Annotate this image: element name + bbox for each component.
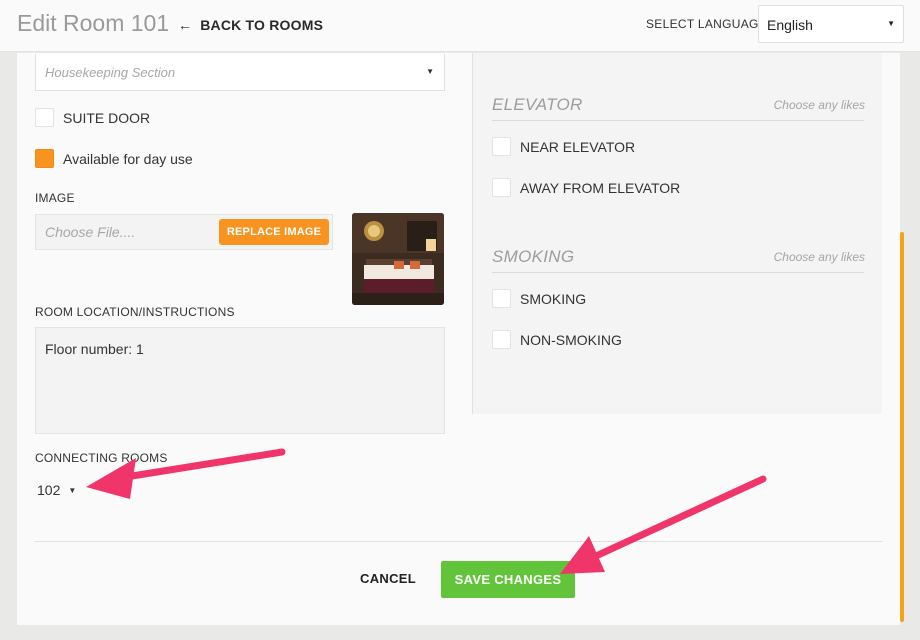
elevator-section-hint: Choose any likes bbox=[773, 98, 865, 112]
smoking-checkbox[interactable] bbox=[492, 289, 511, 308]
edit-room-card: Housekeeping Section ▼ SUITE DOOR Availa… bbox=[17, 53, 900, 625]
replace-image-button[interactable]: REPLACE IMAGE bbox=[219, 219, 329, 245]
back-to-rooms-label: BACK TO ROOMS bbox=[200, 17, 324, 33]
away-from-elevator-option[interactable]: AWAY FROM ELEVATOR bbox=[492, 178, 680, 197]
save-changes-button[interactable]: SAVE CHANGES bbox=[441, 561, 575, 598]
near-elevator-checkbox[interactable] bbox=[492, 137, 511, 156]
smoking-divider bbox=[492, 272, 864, 273]
connecting-rooms-value: 102 bbox=[37, 482, 61, 498]
top-bar: Edit Room 101 ← BACK TO ROOMS SELECT LAN… bbox=[0, 0, 920, 52]
away-from-elevator-label: AWAY FROM ELEVATOR bbox=[520, 179, 681, 196]
language-label: SELECT LANGUAGE bbox=[646, 17, 767, 31]
connecting-rooms-select[interactable]: 102 ▼ bbox=[37, 482, 76, 498]
day-use-option[interactable]: Available for day use bbox=[35, 149, 193, 168]
connecting-rooms-label: CONNECTING ROOMS bbox=[35, 451, 168, 465]
housekeeping-section-placeholder: Housekeeping Section bbox=[45, 65, 176, 80]
non-smoking-checkbox[interactable] bbox=[492, 330, 511, 349]
smoking-section-title: SMOKING bbox=[492, 247, 575, 266]
day-use-checkbox[interactable] bbox=[35, 149, 54, 168]
caret-down-icon: ▼ bbox=[426, 67, 434, 76]
non-smoking-option[interactable]: NON-SMOKING bbox=[492, 330, 622, 349]
non-smoking-label: NON-SMOKING bbox=[520, 331, 622, 348]
suite-door-checkbox[interactable] bbox=[35, 108, 54, 127]
caret-down-icon: ▼ bbox=[887, 19, 895, 28]
smoking-label: SMOKING bbox=[520, 290, 587, 307]
room-location-label: ROOM LOCATION/INSTRUCTIONS bbox=[35, 305, 235, 319]
elevator-divider bbox=[492, 120, 864, 121]
smoking-section-hint: Choose any likes bbox=[773, 250, 865, 264]
room-photo-icon bbox=[352, 213, 444, 305]
back-to-rooms-link[interactable]: ← BACK TO ROOMS bbox=[178, 17, 323, 33]
suite-door-label: SUITE DOOR bbox=[63, 109, 151, 126]
page-title: Edit Room 101 bbox=[17, 10, 170, 36]
arrow-left-icon: ← bbox=[178, 17, 193, 33]
room-location-textarea[interactable]: Floor number: 1 bbox=[35, 327, 445, 434]
near-elevator-label: NEAR ELEVATOR bbox=[520, 138, 636, 155]
language-select[interactable]: English ▼ bbox=[758, 5, 904, 43]
scrollbar-thumb[interactable] bbox=[900, 232, 904, 622]
footer-divider bbox=[35, 541, 883, 542]
away-from-elevator-checkbox[interactable] bbox=[492, 178, 511, 197]
room-preferences-panel: ELEVATOR Choose any likes NEAR ELEVATOR … bbox=[472, 53, 882, 414]
caret-down-icon: ▼ bbox=[68, 485, 77, 495]
elevator-section-title: ELEVATOR bbox=[492, 95, 583, 114]
language-value: English bbox=[767, 17, 813, 33]
image-label: IMAGE bbox=[35, 191, 75, 205]
smoking-option[interactable]: SMOKING bbox=[492, 289, 586, 308]
file-input-placeholder: Choose File.... bbox=[45, 224, 136, 240]
housekeeping-section-select[interactable]: Housekeeping Section ▼ bbox=[35, 54, 445, 91]
near-elevator-option[interactable]: NEAR ELEVATOR bbox=[492, 137, 635, 156]
room-image-thumbnail bbox=[352, 213, 444, 305]
room-location-value: Floor number: 1 bbox=[45, 341, 144, 357]
day-use-label: Available for day use bbox=[63, 150, 193, 167]
cancel-button[interactable]: CANCEL bbox=[360, 571, 416, 586]
suite-door-option[interactable]: SUITE DOOR bbox=[35, 108, 150, 127]
